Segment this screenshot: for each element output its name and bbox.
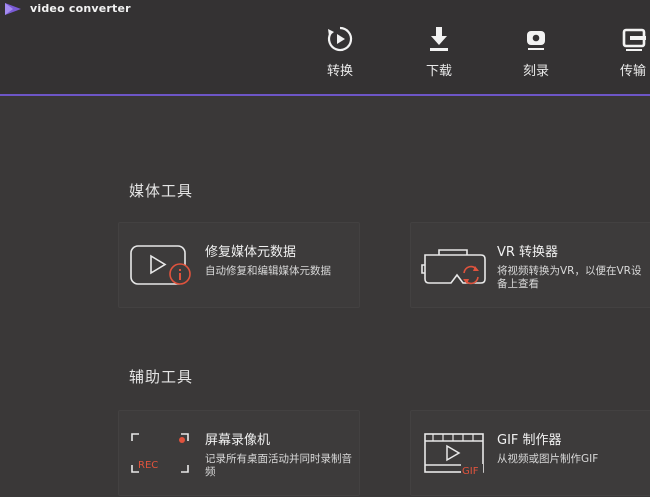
fix-metadata-icon [130,245,191,285]
convert-icon [327,26,353,52]
app-title: video converter [30,2,131,15]
card-vr-converter[interactable]: VR 转换器 将视频转换为VR，以便在VR设备上查看 [410,222,650,308]
toolbar-convert-button[interactable]: 转换 [310,24,370,80]
header-divider [0,94,650,96]
screen-recorder-icon: REC [131,433,189,473]
toolbar-download-button[interactable]: 下载 [409,24,469,80]
toolbar-download-label: 下载 [425,64,452,79]
toolbar-burn-button[interactable]: 刻录 [506,24,566,80]
rec-badge: REC [138,460,158,471]
card-fix-metadata-title: 修复媒体元数据 [205,245,297,260]
app-logo-icon [5,3,21,15]
card-fix-metadata-desc: 自动修复和编辑媒体元数据 [205,265,331,277]
transfer-icon [622,28,646,51]
section-title-media-tools: 媒体工具 [129,182,194,200]
card-vr-converter-desc: 将视频转换为VR，以便在VR设备上查看 [497,265,642,290]
download-icon [430,27,448,51]
card-fix-metadata[interactable]: 修复媒体元数据 自动修复和编辑媒体元数据 [118,222,360,308]
title-bar: video converter 转换 下载 刻录 传输 [0,0,650,94]
card-vr-converter-title: VR 转换器 [497,245,559,260]
card-screen-recorder-desc: 记录所有桌面活动并同时录制音频 [205,453,352,478]
gif-maker-icon: GIF [424,433,484,477]
card-gif-maker[interactable]: GIF GIF 制作器 从视频或图片制作GIF [410,410,650,496]
burn-disc-icon [527,31,545,50]
card-gif-maker-desc: 从视频或图片制作GIF [497,453,599,465]
card-screen-recorder[interactable]: REC 屏幕录像机 记录所有桌面活动并同时录制音频 [118,410,360,496]
card-screen-recorder-title: 屏幕录像机 [205,433,271,448]
toolbar-transfer-label: 传输 [619,64,646,79]
toolbar-burn-label: 刻录 [522,64,549,79]
section-title-aux-tools: 辅助工具 [129,368,194,386]
card-gif-maker-title: GIF 制作器 [497,433,562,448]
toolbar-transfer-button[interactable]: 传输 [603,24,650,80]
gif-badge: GIF [462,466,479,477]
vr-headset-icon [421,249,486,285]
toolbar-convert-label: 转换 [326,64,353,79]
